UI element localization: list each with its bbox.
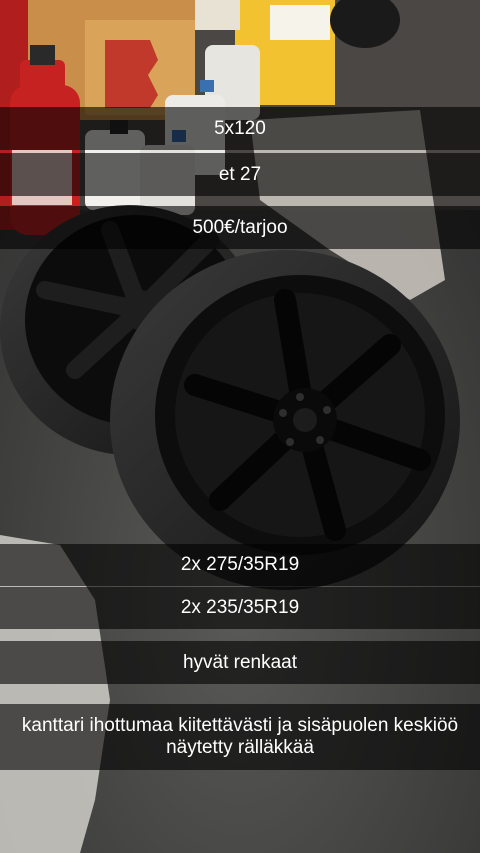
caption-offset: et 27: [0, 153, 480, 196]
caption-rear-tire-size-text: 2x 275/35R19: [180, 554, 300, 575]
caption-price-text: 500€/tarjoo: [192, 216, 288, 238]
caption-tire-condition: hyvät renkaat: [0, 641, 480, 684]
caption-tire-condition-text: hyvät renkaat: [182, 651, 298, 673]
caption-offset-text: et 27: [218, 163, 262, 185]
caption-rim-condition-text: kanttari ihottumaa kiitettävästi ja sisä…: [21, 715, 459, 758]
caption-rim-condition: kanttari ihottumaa kiitettävästi ja sisä…: [0, 704, 480, 770]
caption-bolt-pattern-text: 5x120: [214, 117, 266, 139]
caption-bolt-pattern: 5x120: [0, 107, 480, 150]
front-wheel: [110, 250, 460, 590]
caption-front-tire-size-text: 2x 235/35R19: [180, 597, 300, 618]
caption-rear-tire-size: 2x 275/35R19: [0, 544, 480, 586]
caption-price: 500€/tarjoo: [0, 206, 480, 249]
caption-front-tire-size: 2x 235/35R19: [0, 587, 480, 629]
